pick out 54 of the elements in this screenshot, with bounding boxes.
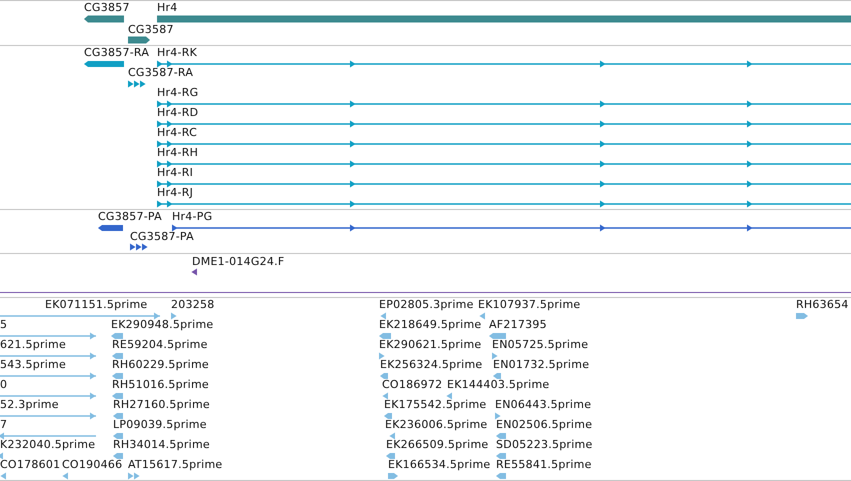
feature-label: Hr4-RC [157,126,198,139]
feature-label: 543.5prime [0,358,66,371]
feature-label: EK266509.5prime [386,438,488,451]
feature-label: DME1-014G24.F [192,255,284,268]
feature-label: 621.5prime [0,338,66,351]
feature-label: EK236006.5prime [385,418,488,431]
feature-label: RH27160.5prime [113,398,210,411]
feature-label: EP02805.3prime [379,298,474,311]
feature-label: Hr4 [157,1,178,14]
feature-label: EK290621.5prime [379,338,482,351]
feature-label: AF217395 [489,318,547,331]
feature-label: EK166534.5prime [388,458,490,471]
feature-label: K232040.5prime [0,438,96,451]
feature-label: EN05725.5prime [492,338,588,351]
feature-label: Hr4-RD [157,106,198,119]
feature-label: RE55841.5prime [496,458,592,471]
feature-label: Hr4-RG [157,86,198,99]
feature-label: EK256324.5prime [380,358,482,371]
feature-label: CO190466 [62,458,122,471]
feature-label: RH63654 [796,298,849,311]
feature-label: 0 [0,378,8,391]
feature-label: 203258 [171,298,214,311]
feature-label: CG3857-RA [84,46,150,59]
feature-label: Hr4-RJ [157,186,194,199]
feature-label: EN02506.5prime [496,418,592,431]
feature-label: CG3587-PA [130,230,194,243]
feature-label: CG3587-RA [128,66,194,79]
feature-label: 5 [0,318,8,331]
feature-label: Hr4-RH [157,146,198,159]
feature-label: EN06443.5prime [495,398,592,411]
feature-label: RH34014.5prime [113,438,210,451]
feature-label: CG3587 [128,23,174,36]
feature-label: EK107937.5prime [478,298,580,311]
feature-label: EN01732.5prime [493,358,590,371]
feature-label: RH60229.5prime [112,358,209,371]
feature-label: LP09039.5prime [113,418,207,431]
feature-label: SD05223.5prime [496,438,592,451]
feature-label: EK290948.5prime [111,318,214,331]
feature-label: CG3857-PA [98,210,162,223]
feature-label: Hr4-PG [172,210,212,223]
feature-label: EK218649.5prime [379,318,482,331]
feature-label: Hr4-RI [157,166,194,179]
feature-label: CG3857 [84,1,130,14]
feature-label: Hr4-RK [157,46,198,59]
feature-label: CO178601 [0,458,60,471]
feature-label: AT15617.5prime [128,458,222,471]
feature-label: 7 [0,418,8,431]
feature-label: EK144403.5prime [447,378,550,391]
feature-label: CO186972 [382,378,442,391]
feature-label: EK071151.5prime [45,298,148,311]
feature-label: RH51016.5prime [112,378,209,391]
feature-label: RE59204.5prime [112,338,208,351]
feature-label: EK175542.5prime [384,398,486,411]
feature-label: 52.3prime [0,398,59,411]
